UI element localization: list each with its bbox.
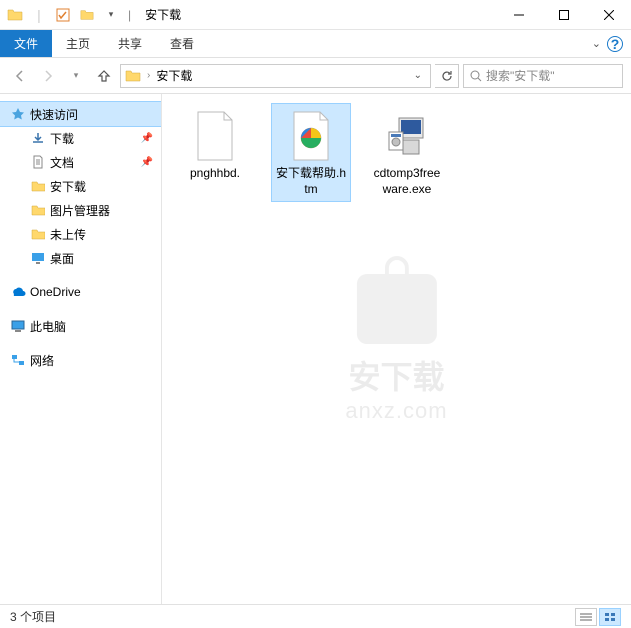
close-button[interactable] bbox=[586, 0, 631, 30]
pin-icon: 📌 bbox=[141, 133, 153, 144]
sidebar-item-downloads[interactable]: 下载 📌 bbox=[0, 126, 161, 150]
sidebar-item-label: 下载 bbox=[50, 130, 74, 147]
address-bar[interactable]: › 安下载 ⌄ bbox=[120, 64, 431, 88]
folder-icon bbox=[30, 226, 46, 242]
sidebar-item-anxiazai[interactable]: 安下载 bbox=[0, 174, 161, 198]
properties-icon[interactable] bbox=[52, 4, 74, 26]
exe-icon bbox=[382, 108, 432, 164]
star-icon bbox=[10, 106, 26, 122]
file-label: pnghhbd. bbox=[190, 166, 240, 182]
forward-button[interactable] bbox=[36, 64, 60, 88]
file-label: cdtomp3freeware.exe bbox=[372, 166, 442, 197]
search-input[interactable]: 搜索"安下载" bbox=[463, 64, 623, 88]
sidebar-network[interactable]: 网络 bbox=[0, 348, 161, 372]
sidebar-item-label: 此电脑 bbox=[30, 318, 66, 335]
document-icon bbox=[30, 154, 46, 170]
sidebar-item-label: 快速访问 bbox=[30, 106, 78, 123]
quick-access-toolbar: | ▾ | 安下载 bbox=[0, 4, 181, 26]
title-separator: | bbox=[128, 8, 131, 22]
tab-file[interactable]: 文件 bbox=[0, 30, 52, 57]
sidebar: 快速访问 下载 📌 文档 📌 安下载 图片管理器 未上传 桌面 bbox=[0, 94, 162, 604]
file-item[interactable]: pnghhbd. bbox=[176, 104, 254, 201]
sidebar-item-documents[interactable]: 文档 📌 bbox=[0, 150, 161, 174]
window-title: 安下载 bbox=[145, 6, 181, 23]
tab-share[interactable]: 共享 bbox=[104, 30, 156, 57]
sidebar-quick-access[interactable]: 快速访问 bbox=[0, 102, 161, 126]
back-button[interactable] bbox=[8, 64, 32, 88]
refresh-button[interactable] bbox=[435, 64, 459, 88]
sidebar-item-desktop[interactable]: 桌面 bbox=[0, 246, 161, 270]
breadcrumb[interactable]: 安下载 bbox=[156, 67, 192, 84]
pc-icon bbox=[10, 318, 26, 334]
recent-dropdown-icon[interactable]: ▾ bbox=[64, 64, 88, 88]
folder-icon-small[interactable] bbox=[76, 4, 98, 26]
file-item[interactable]: cdtomp3freeware.exe bbox=[368, 104, 446, 201]
file-item[interactable]: 安下载帮助.htm bbox=[272, 104, 350, 201]
content-area[interactable]: 安下载 anxz.com pnghhbd. bbox=[162, 94, 631, 604]
file-icon bbox=[190, 108, 240, 164]
icons-view-button[interactable] bbox=[599, 608, 621, 626]
pin-icon: 📌 bbox=[141, 157, 153, 168]
folder-icon bbox=[30, 202, 46, 218]
sidebar-item-label: OneDrive bbox=[30, 285, 81, 299]
folder-icon bbox=[125, 68, 141, 84]
file-grid: pnghhbd. 安下载帮助.htm bbox=[176, 104, 617, 201]
statusbar: 3 个项目 bbox=[0, 604, 631, 628]
search-icon bbox=[470, 70, 482, 82]
window-controls bbox=[496, 0, 631, 30]
tab-home[interactable]: 主页 bbox=[52, 30, 104, 57]
watermark: 安下载 anxz.com bbox=[345, 274, 447, 424]
qat-divider: | bbox=[28, 4, 50, 26]
ribbon-expand-icon[interactable]: ⌄ bbox=[592, 37, 601, 50]
sidebar-item-label: 未上传 bbox=[50, 226, 86, 243]
download-icon bbox=[30, 130, 46, 146]
onedrive-icon bbox=[10, 284, 26, 300]
up-button[interactable] bbox=[92, 64, 116, 88]
sidebar-item-label: 文档 bbox=[50, 154, 74, 171]
qat-dropdown-icon[interactable]: ▾ bbox=[100, 4, 122, 26]
folder-icon bbox=[4, 4, 26, 26]
status-text: 3 个项目 bbox=[10, 608, 56, 625]
sidebar-item-picture-manager[interactable]: 图片管理器 bbox=[0, 198, 161, 222]
tab-view[interactable]: 查看 bbox=[156, 30, 208, 57]
minimize-button[interactable] bbox=[496, 0, 541, 30]
network-icon bbox=[10, 352, 26, 368]
details-view-button[interactable] bbox=[575, 608, 597, 626]
sidebar-item-not-uploaded[interactable]: 未上传 bbox=[0, 222, 161, 246]
htm-icon bbox=[286, 108, 336, 164]
body: 快速访问 下载 📌 文档 📌 安下载 图片管理器 未上传 桌面 bbox=[0, 94, 631, 604]
ribbon: 文件 主页 共享 查看 ⌄ ? bbox=[0, 30, 631, 58]
sidebar-item-label: 网络 bbox=[30, 352, 54, 369]
titlebar: | ▾ | 安下载 bbox=[0, 0, 631, 30]
sidebar-item-label: 桌面 bbox=[50, 250, 74, 267]
sidebar-item-label: 安下载 bbox=[50, 178, 86, 195]
desktop-icon bbox=[30, 250, 46, 266]
nav-toolbar: ▾ › 安下载 ⌄ 搜索"安下载" bbox=[0, 58, 631, 94]
sidebar-this-pc[interactable]: 此电脑 bbox=[0, 314, 161, 338]
address-dropdown-icon[interactable]: ⌄ bbox=[410, 70, 426, 81]
file-label: 安下载帮助.htm bbox=[276, 166, 346, 197]
help-icon[interactable]: ? bbox=[607, 36, 623, 52]
folder-icon bbox=[30, 178, 46, 194]
maximize-button[interactable] bbox=[541, 0, 586, 30]
sidebar-item-label: 图片管理器 bbox=[50, 202, 110, 219]
sidebar-onedrive[interactable]: OneDrive bbox=[0, 280, 161, 304]
chevron-right-icon[interactable]: › bbox=[147, 70, 150, 81]
search-placeholder: 搜索"安下载" bbox=[486, 67, 555, 84]
